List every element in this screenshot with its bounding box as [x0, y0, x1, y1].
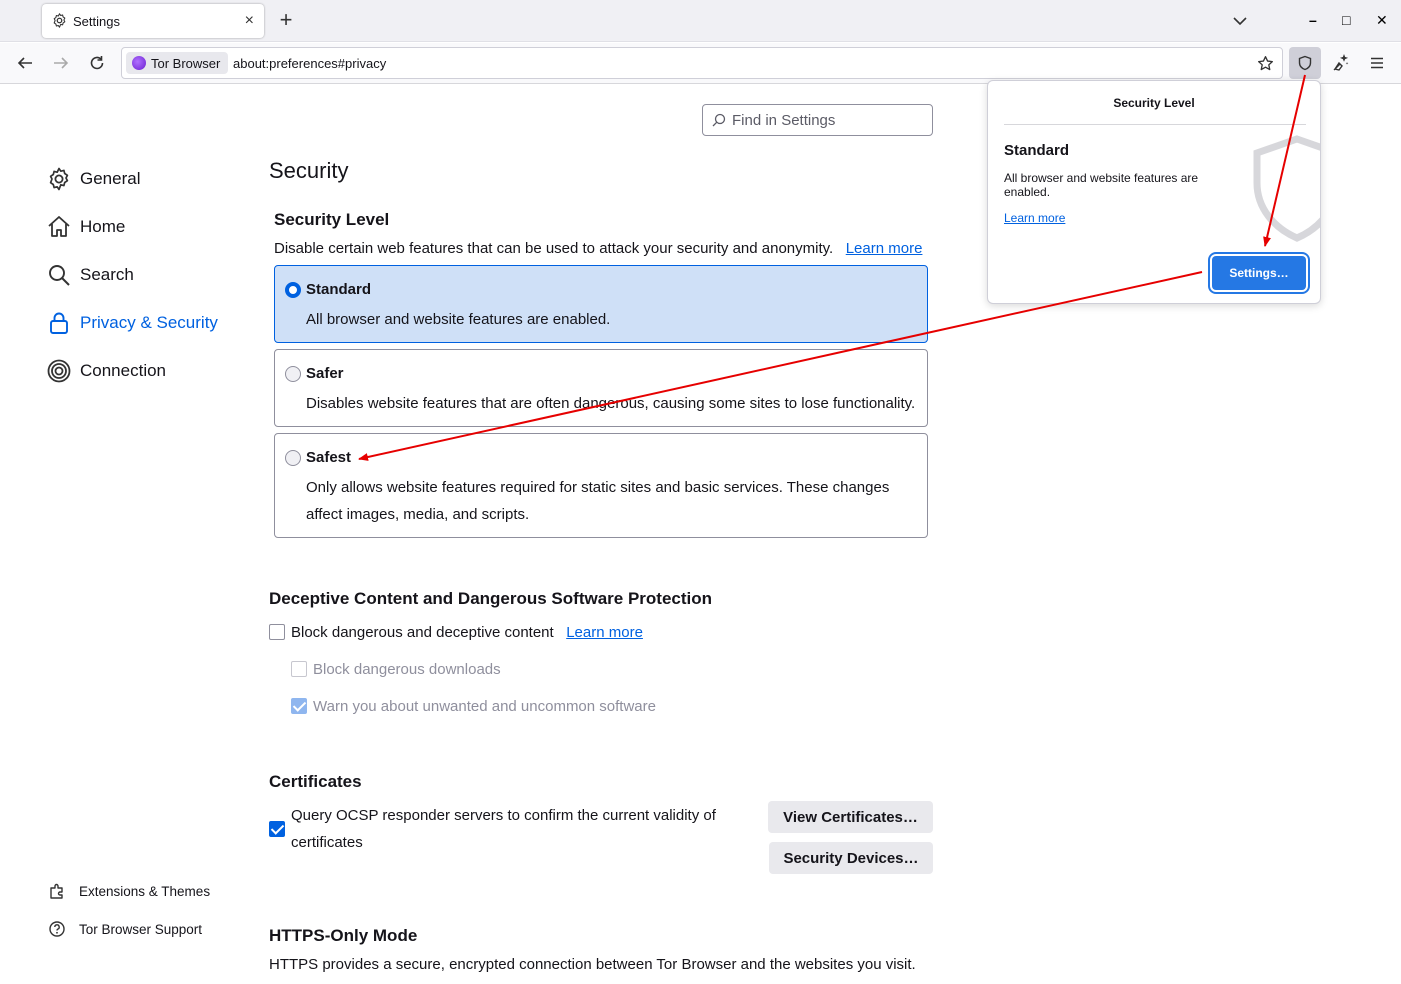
- security-level-desc-text: Disable certain web features that can be…: [274, 240, 834, 257]
- safer-radio[interactable]: [285, 366, 301, 382]
- block-downloads-label: Block dangerous downloads: [313, 661, 501, 678]
- security-level-safest-option[interactable]: Safest Only allows website features requ…: [274, 433, 928, 538]
- sidebar-footer-label: Tor Browser Support: [79, 921, 203, 937]
- https-only-heading: HTTPS-Only Mode: [269, 926, 418, 945]
- gear-icon: [53, 13, 66, 28]
- sidebar-item-connection[interactable]: Connection: [46, 358, 166, 384]
- standard-radio[interactable]: [285, 282, 301, 298]
- security-level-safer-option[interactable]: Safer Disables website features that are…: [274, 349, 928, 427]
- ocsp-label[interactable]: Query OCSP responder servers to confirm …: [291, 802, 741, 856]
- security-devices-button[interactable]: Security Devices…: [769, 842, 933, 874]
- safest-radio[interactable]: [285, 450, 301, 466]
- level-name: Safest: [306, 449, 352, 466]
- security-level-description: Disable certain web features that can be…: [274, 235, 922, 262]
- tab-strip: Settings × + – □ ✕: [0, 0, 1401, 42]
- new-tab-button[interactable]: +: [276, 9, 296, 31]
- ocsp-checkbox[interactable]: [269, 821, 285, 837]
- tab-title: Settings: [73, 14, 120, 29]
- sidebar-item-label: Home: [80, 217, 126, 236]
- panel-level-name: Standard: [1004, 142, 1070, 159]
- forward-arrow-icon[interactable]: [52, 54, 70, 72]
- https-only-description: HTTPS provides a secure, encrypted conne…: [269, 956, 916, 973]
- tor-onion-icon: [132, 56, 146, 70]
- search-icon: [712, 113, 726, 127]
- hamburger-menu-icon[interactable]: [1368, 54, 1386, 72]
- minimize-button[interactable]: –: [1309, 12, 1317, 28]
- help-icon: [49, 921, 65, 937]
- sidebar-item-search[interactable]: Search: [46, 262, 134, 288]
- security-heading: Security: [269, 158, 349, 183]
- sidebar-item-label: Connection: [80, 361, 167, 380]
- new-identity-broom-icon[interactable]: [1332, 54, 1350, 72]
- level-description: All browser and website features are ena…: [306, 311, 611, 328]
- panel-title: Security Level: [1113, 96, 1195, 110]
- security-level-button[interactable]: [1289, 47, 1321, 79]
- panel-level-description: All browser and website features are ena…: [1004, 171, 1199, 199]
- warn-unwanted-label: Warn you about unwanted and uncommon sof…: [313, 698, 656, 715]
- chevron-down-icon[interactable]: [1232, 13, 1248, 29]
- certificates-heading: Certificates: [269, 772, 362, 791]
- deceptive-content-heading: Deceptive Content and Dangerous Software…: [269, 589, 713, 608]
- shield-icon: [1298, 55, 1312, 71]
- sidebar-extensions-themes[interactable]: Extensions & Themes: [48, 882, 210, 900]
- block-downloads-checkbox[interactable]: [291, 661, 307, 677]
- shield-icon: [1253, 135, 1320, 242]
- sidebar-item-label: Privacy & Security: [80, 313, 218, 332]
- find-in-settings-input[interactable]: Find in Settings: [702, 104, 933, 136]
- sidebar-item-home[interactable]: Home: [46, 214, 125, 240]
- close-window-button[interactable]: ✕: [1376, 12, 1388, 28]
- find-placeholder: Find in Settings: [732, 112, 836, 129]
- identity-box[interactable]: Tor Browser: [126, 52, 229, 74]
- sidebar-item-privacy-security[interactable]: Privacy & Security: [46, 310, 218, 336]
- view-certificates-button[interactable]: View Certificates…: [768, 801, 933, 833]
- sidebar-item-general[interactable]: General: [46, 166, 140, 192]
- level-name: Standard: [306, 281, 372, 298]
- home-icon: [48, 216, 70, 237]
- level-description: Disables website features that are often…: [306, 395, 916, 412]
- security-learn-more-link[interactable]: Learn more: [846, 240, 923, 257]
- url-input[interactable]: about:preferences#privacy: [233, 56, 386, 71]
- gear-icon: [49, 167, 69, 191]
- lock-icon: [50, 312, 68, 334]
- panel-settings-button[interactable]: Settings…: [1212, 256, 1306, 290]
- block-deceptive-checkbox[interactable]: [269, 624, 285, 640]
- block-deceptive-label[interactable]: Block dangerous and deceptive content: [291, 624, 554, 641]
- navigation-toolbar: Tor Browser about:preferences#privacy: [0, 43, 1401, 84]
- tab-settings[interactable]: Settings ×: [42, 4, 264, 38]
- close-tab-icon[interactable]: ×: [245, 12, 254, 29]
- sidebar-tor-support[interactable]: Tor Browser Support: [48, 920, 202, 938]
- deceptive-learn-more-link[interactable]: Learn more: [566, 624, 643, 641]
- url-bar[interactable]: Tor Browser about:preferences#privacy: [121, 47, 1283, 79]
- onion-icon: [47, 359, 71, 383]
- reload-icon[interactable]: [88, 54, 106, 72]
- security-level-heading: Security Level: [274, 210, 390, 229]
- level-description: Only allows website features required fo…: [306, 479, 890, 523]
- security-level-standard-option[interactable]: Standard All browser and website feature…: [274, 265, 928, 343]
- bookmark-star-icon[interactable]: [1257, 55, 1274, 72]
- maximize-button[interactable]: □: [1342, 12, 1350, 28]
- sidebar-footer-label: Extensions & Themes: [79, 883, 211, 899]
- sidebar-item-label: Search: [80, 265, 134, 284]
- panel-divider: [1004, 124, 1306, 125]
- sidebar-item-label: General: [80, 169, 141, 188]
- warn-unwanted-checkbox[interactable]: [291, 698, 307, 714]
- puzzle-icon: [50, 883, 63, 899]
- panel-learn-more-link[interactable]: Learn more: [1004, 211, 1065, 225]
- back-arrow-icon[interactable]: [16, 54, 34, 72]
- identity-label: Tor Browser: [151, 55, 221, 71]
- search-icon: [49, 265, 70, 286]
- security-level-panel: Security Level Standard All browser and …: [987, 80, 1321, 304]
- level-name: Safer: [306, 365, 344, 382]
- block-deceptive-row: Block dangerous and deceptive content Le…: [291, 619, 643, 646]
